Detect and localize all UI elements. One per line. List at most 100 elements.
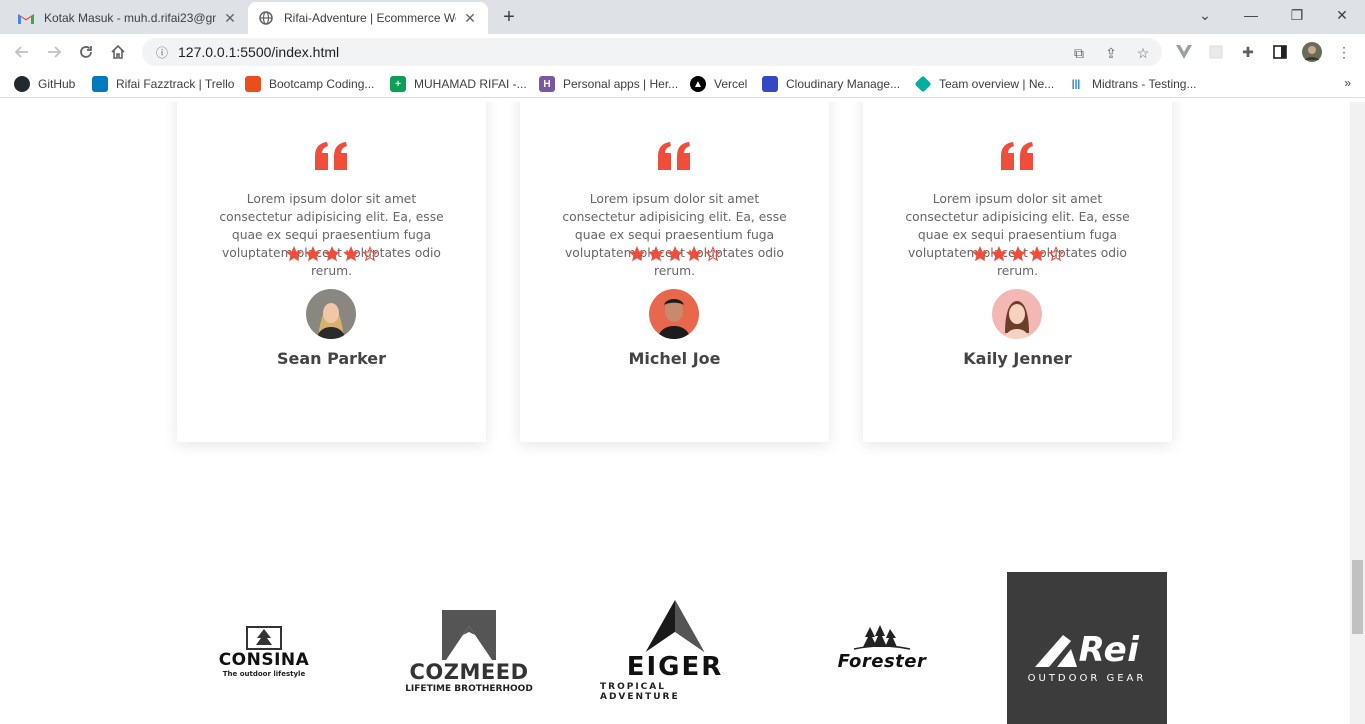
restore-button[interactable]: ❐ [1274, 0, 1320, 30]
tab-search-icon[interactable]: ⌄ [1182, 0, 1228, 30]
star-filled-icon [285, 246, 302, 262]
customer-name: Sean Parker [276, 349, 387, 368]
bootcamp-icon [245, 76, 261, 92]
reload-icon [80, 46, 92, 58]
more-bookmarks-icon[interactable]: » [1344, 76, 1351, 90]
home-button[interactable] [106, 40, 130, 64]
testimonial-card: Lorem ipsum dolor sit amet consectetur a… [177, 102, 486, 442]
customer-name: Kaily Jenner [963, 349, 1072, 368]
home-icon [111, 44, 125, 59]
netlify-icon [914, 75, 932, 93]
star-filled-icon [323, 246, 340, 262]
rating-stars [177, 246, 486, 262]
vue-devtools-icon[interactable] [1174, 42, 1194, 62]
star-filled-icon [1028, 246, 1045, 262]
puzzle-icon[interactable]: ✚ [1238, 42, 1258, 62]
tab-gmail[interactable]: Kotak Masuk - muh.d.rifai23@gm ✕ [8, 2, 248, 34]
toolbar: ⓘ 127.0.0.1:5500/index.html ⧉ ⇪ ☆ ✚ ⋮ [0, 34, 1365, 70]
bookmark-trello[interactable]: Rifai Fazztrack | Trello [92, 75, 234, 93]
rating-stars [520, 246, 829, 262]
bookmark-vercel[interactable]: ▲ Vercel [690, 75, 747, 93]
tab-strip: Kotak Masuk - muh.d.rifai23@gm ✕ Rifai-A… [0, 0, 1365, 34]
brand-logo-forester: Forester [822, 620, 942, 676]
bookmark-netlify[interactable]: Team overview | Ne... [914, 75, 1055, 93]
close-icon[interactable]: ✕ [462, 10, 478, 26]
info-icon[interactable]: ⓘ [148, 44, 176, 61]
trello-icon [92, 76, 108, 92]
testimonial-text: Lorem ipsum dolor sit amet consectetur a… [562, 192, 787, 278]
gmail-icon [18, 10, 34, 26]
new-tab-button[interactable]: + [498, 6, 520, 28]
tab-title: Rifai-Adventure | Ecommerce We [284, 11, 456, 25]
star-empty-icon [704, 246, 721, 262]
testimonial-card: Lorem ipsum dolor sit amet consectetur a… [863, 102, 1172, 442]
cloudinary-icon [762, 76, 778, 92]
star-filled-icon [342, 246, 359, 262]
bookmark-label: GitHub [38, 77, 76, 91]
scrollbar-thumb[interactable] [1352, 560, 1363, 634]
brand-name: Rei [1078, 629, 1140, 670]
avatar [306, 289, 356, 339]
bookmark-label: Cloudinary Manage... [786, 77, 901, 91]
avatar [649, 289, 699, 339]
mountain-icon [442, 610, 496, 660]
brand-tagline: The outdoor lifestyle [222, 670, 306, 678]
star-filled-icon [1009, 246, 1026, 262]
bookmark-sheets[interactable]: + MUHAMAD RIFAI -... [390, 75, 527, 93]
star-filled-icon [628, 246, 645, 262]
side-panel-icon[interactable] [1270, 42, 1290, 62]
bookmark-cloudinary[interactable]: Cloudinary Manage... [762, 75, 900, 93]
arrow-left-icon [14, 46, 28, 58]
close-window-button[interactable]: ✕ [1319, 0, 1365, 30]
brand-name: Forester [837, 650, 927, 672]
bookmark-github[interactable]: GitHub [14, 75, 75, 93]
address-bar[interactable]: ⓘ 127.0.0.1:5500/index.html ⧉ ⇪ ☆ [142, 38, 1162, 66]
brand-tagline: TROPICAL ADVENTURE [600, 682, 680, 702]
reload-button[interactable] [74, 40, 98, 64]
page-scrollbar[interactable] [1350, 102, 1365, 724]
bookmark-bootcamp[interactable]: Bootcamp Coding... [245, 75, 374, 93]
star-empty-icon [1047, 246, 1064, 262]
close-icon[interactable]: ✕ [222, 10, 238, 26]
rating-stars [863, 246, 1172, 262]
globe-icon [258, 10, 274, 26]
extension-icon[interactable] [1206, 42, 1226, 62]
brand-name: EIGER [626, 652, 724, 682]
github-icon [14, 76, 30, 92]
star-filled-icon [666, 246, 683, 262]
quote-icon [520, 142, 829, 172]
translate-icon[interactable]: ⧉ [1070, 44, 1088, 62]
brand-name: CONSINA [218, 650, 310, 670]
bookmark-label: Midtrans - Testing... [1092, 77, 1197, 91]
star-empty-icon [361, 246, 378, 262]
bookmark-label: Team overview | Ne... [939, 77, 1055, 91]
menu-icon[interactable]: ⋮ [1334, 42, 1354, 62]
star-filled-icon [685, 246, 702, 262]
testimonial-text: Lorem ipsum dolor sit amet consectetur a… [219, 192, 444, 278]
testimonial-card: Lorem ipsum dolor sit amet consectetur a… [520, 102, 829, 442]
back-button[interactable] [10, 40, 34, 64]
pine-trees-icon [853, 624, 911, 650]
quote-icon [177, 142, 486, 172]
bookmark-label: Personal apps | Her... [563, 77, 679, 91]
bookmark-label: Bootcamp Coding... [269, 77, 375, 91]
star-filled-icon [304, 246, 321, 262]
bookmark-label: MUHAMAD RIFAI -... [414, 77, 527, 91]
minimize-button[interactable]: — [1228, 0, 1274, 30]
star-filled-icon [971, 246, 988, 262]
bookmark-star-icon[interactable]: ☆ [1134, 44, 1152, 62]
profile-avatar[interactable] [1302, 42, 1322, 62]
heroku-icon: H [539, 76, 555, 92]
tree-icon [246, 626, 282, 650]
tab-rifai-adventure[interactable]: Rifai-Adventure | Ecommerce We ✕ [248, 2, 488, 34]
brand-logo-rei: Rei OUTDOOR GEAR [1007, 572, 1167, 724]
bookmark-heroku[interactable]: H Personal apps | Her... [539, 75, 678, 93]
rei-peak-icon [1034, 634, 1077, 667]
eiger-peak-icon [645, 600, 705, 652]
brand-logo-cozmeed: COZMEED LIFETIME BROTHERHOOD [405, 607, 533, 697]
forward-button[interactable] [42, 40, 66, 64]
brand-name: COZMEED [409, 660, 529, 684]
vercel-icon: ▲ [690, 76, 706, 92]
bookmark-midtrans[interactable]: ||| Midtrans - Testing... [1068, 75, 1196, 93]
share-icon[interactable]: ⇪ [1102, 44, 1120, 62]
